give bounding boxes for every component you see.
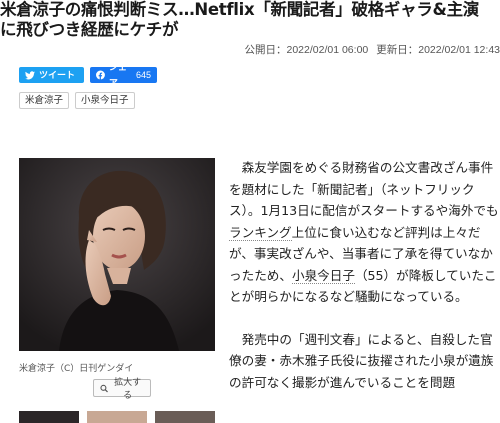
zoom-label: 拡大する [111, 375, 144, 401]
photo-thumbnail-strip [19, 411, 215, 423]
tag-list: 米倉涼子 小泉今日子 [19, 92, 135, 109]
photo-thumbnail[interactable] [19, 411, 79, 423]
link-koizumi-kyoko[interactable]: 小泉今日子 [292, 268, 355, 284]
article-title-line-2: に飛びつき経歴にケチが [0, 20, 500, 40]
article-title-line-1: 米倉涼子の痛恨判断ミス…Netflix「新聞記者」破格ギャラ&主演 [0, 0, 500, 20]
facebook-share-button[interactable]: シェア 645 [90, 67, 157, 83]
photo-caption: 米倉涼子（C）日刊ゲンダイ [19, 361, 133, 374]
tweet-button[interactable]: ツイート [19, 67, 84, 83]
tag-yonekura-ryoko[interactable]: 米倉涼子 [19, 92, 69, 109]
article-paragraph: 森友学園をめぐる財務省の公文書改ざん事件を題材にした「新聞記者」（ネットフリック… [229, 157, 500, 308]
published-date: 公開日：2022/02/01 06:00 [245, 44, 369, 56]
tag-koizumi-kyoko[interactable]: 小泉今日子 [75, 92, 135, 109]
article-photo[interactable] [19, 158, 215, 351]
photo-thumbnail[interactable] [155, 411, 215, 423]
photo-thumbnail[interactable] [87, 411, 147, 423]
paragraph-text: 森友学園をめぐる財務省の公文書改ざん事件を題材にした「新聞記者」（ネットフリック… [229, 160, 499, 218]
tweet-label: ツイート [39, 67, 75, 83]
portrait-illustration [19, 158, 215, 351]
updated-date: 更新日：2022/02/01 12:43 [376, 44, 500, 56]
article-title: 米倉涼子の痛恨判断ミス…Netflix「新聞記者」破格ギャラ&主演 に飛びつき経… [0, 0, 500, 40]
article-body: 森友学園をめぐる財務省の公文書改ざん事件を題材にした「新聞記者」（ネットフリック… [229, 157, 500, 414]
magnifier-icon [100, 384, 108, 393]
article-paragraph: 発売中の「週刊文春」によると、自殺した官僚の妻・赤木雅子氏役に抜擢された小泉が遺… [229, 329, 500, 394]
facebook-share-label: シェア [109, 59, 133, 91]
article-dates: 公開日：2022/02/01 06:00 更新日：2022/02/01 12:43 [245, 42, 500, 57]
zoom-button[interactable]: 拡大する [93, 379, 151, 397]
facebook-icon [96, 70, 105, 80]
facebook-share-count: 645 [136, 67, 151, 83]
twitter-bird-icon [25, 71, 35, 80]
link-ranking[interactable]: ランキング [229, 225, 292, 241]
